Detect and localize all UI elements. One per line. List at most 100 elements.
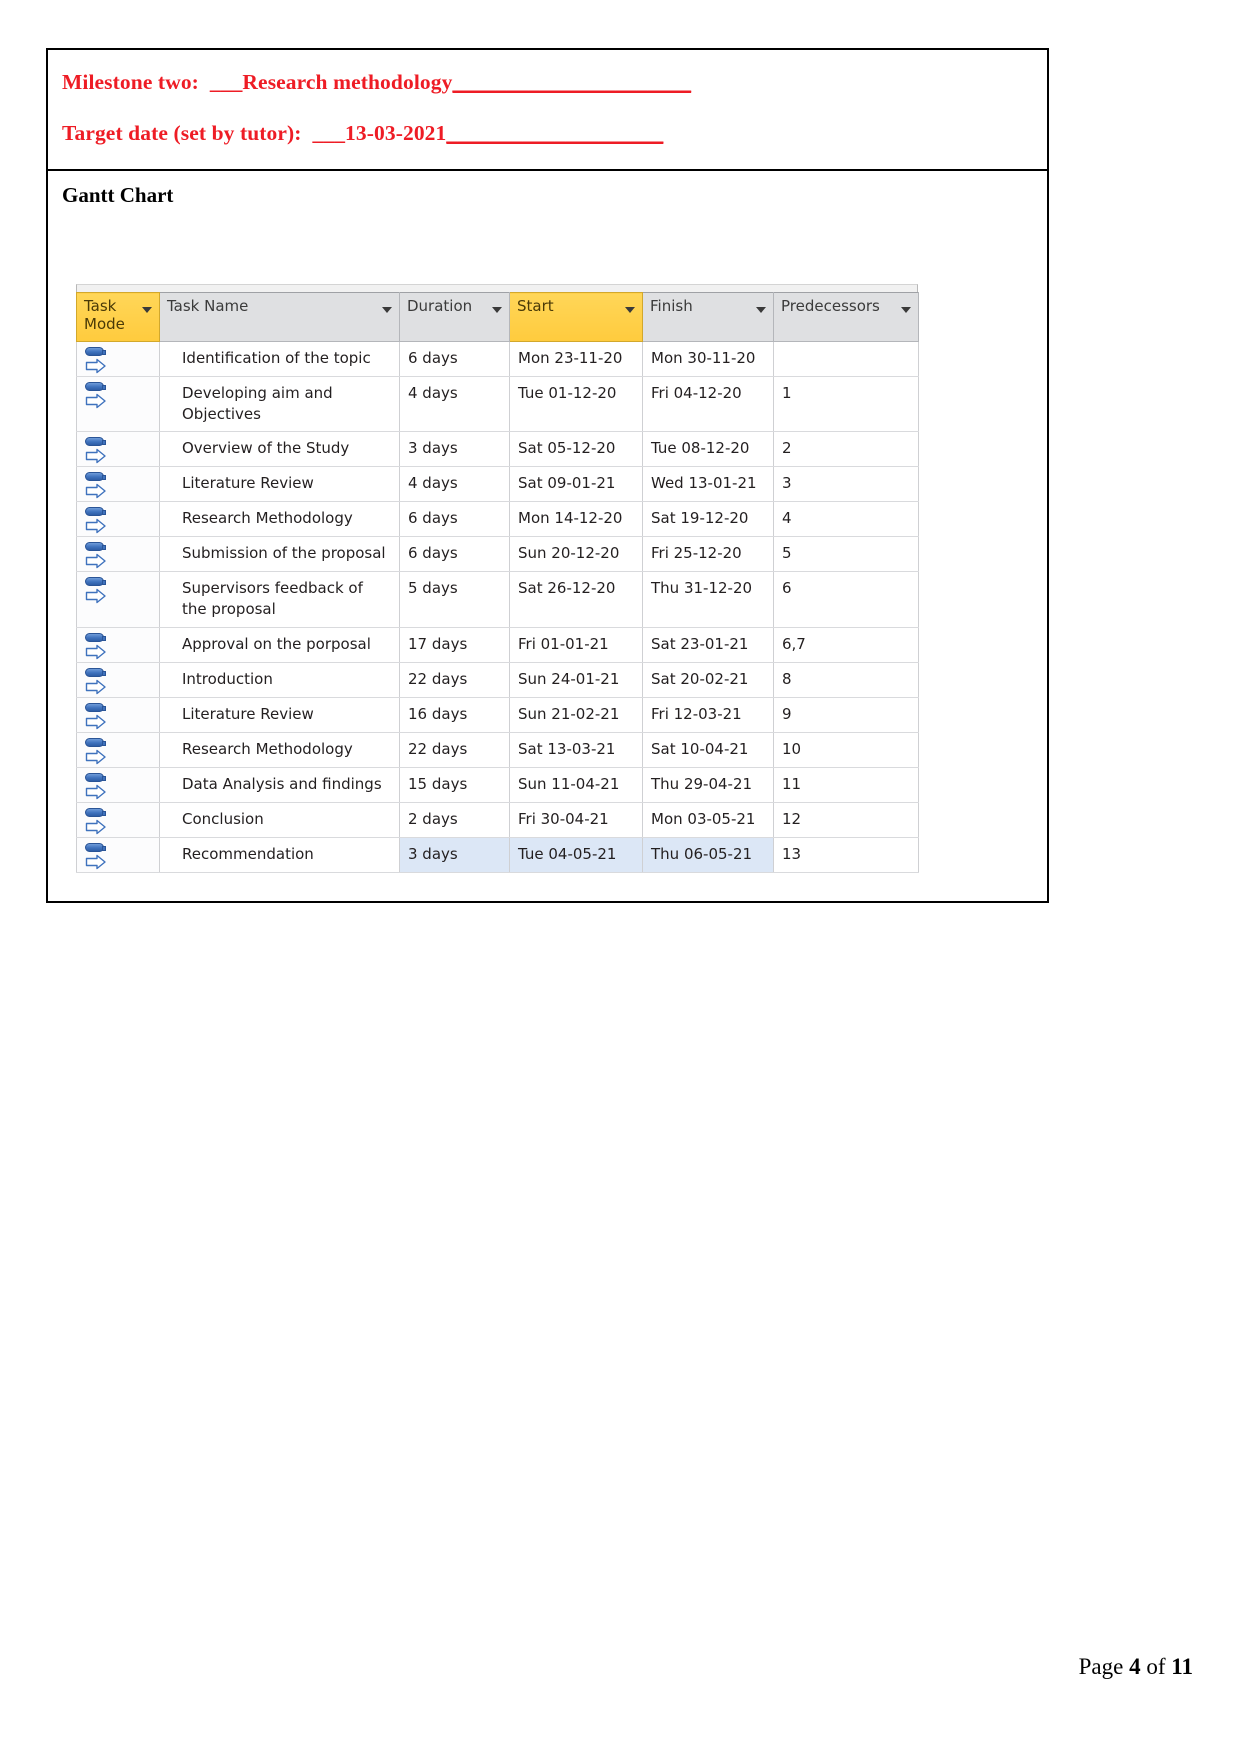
table-row[interactable]: Conclusion 2 days Fri 30-04-21 Mon 03-05-21… [76,801,919,838]
cell-start[interactable]: Sat 09-01-21 [509,466,643,503]
column-header-duration[interactable]: Duration [399,292,510,342]
cell-duration[interactable]: 3 days [399,431,510,468]
column-header-task-name[interactable]: Task Name [159,292,400,342]
cell-task-name[interactable]: Recommendation [159,836,400,873]
cell-start[interactable]: Tue 04-05-21 [509,836,643,873]
cell-start[interactable]: Sat 13-03-21 [509,731,643,768]
cell-predecessors[interactable]: 10 [773,731,919,768]
cell-predecessors[interactable] [773,340,919,377]
cell-finish[interactable]: Wed 13-01-21 [642,466,774,503]
cell-task-name[interactable]: Developing aim and Objectives [159,375,400,433]
cell-task-mode[interactable] [76,501,160,538]
cell-task-mode[interactable] [76,696,160,733]
cell-task-name[interactable]: Submission of the proposal [159,536,400,573]
cell-duration[interactable]: 15 days [399,766,510,803]
filter-dropdown-icon[interactable] [382,307,392,314]
cell-task-mode[interactable] [76,626,160,663]
column-header-predecessors[interactable]: Predecessors [773,292,919,342]
cell-duration[interactable]: 2 days [399,801,510,838]
cell-duration[interactable]: 5 days [399,571,510,628]
cell-task-name[interactable]: Literature Review [159,696,400,733]
cell-predecessors[interactable]: 3 [773,466,919,503]
cell-task-mode[interactable] [76,340,160,377]
cell-finish[interactable]: Sat 20-02-21 [642,661,774,698]
table-row[interactable]: Developing aim and Objectives 4 days Tue 0… [76,375,919,433]
cell-finish[interactable]: Tue 08-12-20 [642,431,774,468]
cell-start[interactable]: Fri 30-04-21 [509,801,643,838]
cell-duration[interactable]: 6 days [399,501,510,538]
cell-predecessors[interactable]: 11 [773,766,919,803]
cell-finish[interactable]: Fri 12-03-21 [642,696,774,733]
column-header-finish[interactable]: Finish [642,292,774,342]
table-row[interactable]: Identification of the topic 6 days Mon 23-… [76,340,919,377]
cell-task-mode[interactable] [76,766,160,803]
cell-finish[interactable]: Thu 31-12-20 [642,571,774,628]
column-header-start[interactable]: Start [509,292,643,342]
cell-task-mode[interactable] [76,571,160,628]
table-row[interactable]: Research Methodology 6 days Mon 14-12-20 Sa… [76,501,919,538]
cell-task-mode[interactable] [76,731,160,768]
cell-task-mode[interactable] [76,801,160,838]
cell-start[interactable]: Sat 26-12-20 [509,571,643,628]
table-row[interactable]: Introduction 22 days Sun 24-01-21 Sat 20-02… [76,661,919,698]
cell-predecessors[interactable]: 2 [773,431,919,468]
cell-predecessors[interactable]: 5 [773,536,919,573]
cell-task-name[interactable]: Introduction [159,661,400,698]
cell-start[interactable]: Tue 01-12-20 [509,375,643,433]
cell-predecessors[interactable]: 8 [773,661,919,698]
cell-duration[interactable]: 6 days [399,340,510,377]
cell-task-name[interactable]: Literature Review [159,466,400,503]
cell-start[interactable]: Sun 11-04-21 [509,766,643,803]
cell-start[interactable]: Sun 24-01-21 [509,661,643,698]
filter-dropdown-icon[interactable] [142,307,152,314]
cell-task-mode[interactable] [76,375,160,433]
cell-start[interactable]: Fri 01-01-21 [509,626,643,663]
cell-duration[interactable]: 16 days [399,696,510,733]
table-row[interactable]: Overview of the Study 3 days Sat 05-12-20 T… [76,431,919,468]
cell-task-name[interactable]: Conclusion [159,801,400,838]
cell-predecessors[interactable]: 13 [773,836,919,873]
cell-predecessors[interactable]: 12 [773,801,919,838]
table-row[interactable]: Literature Review 16 days Sun 21-02-21 Fri … [76,696,919,733]
cell-finish[interactable]: Fri 25-12-20 [642,536,774,573]
table-row[interactable]: Recommendation 3 days Tue 04-05-21 Thu 06-0… [76,836,919,873]
cell-task-mode[interactable] [76,836,160,873]
cell-finish[interactable]: Fri 04-12-20 [642,375,774,433]
filter-dropdown-icon[interactable] [901,307,911,314]
table-row[interactable]: Literature Review 4 days Sat 09-01-21 Wed 1… [76,466,919,503]
cell-predecessors[interactable]: 6,7 [773,626,919,663]
cell-task-name[interactable]: Approval on the porposal [159,626,400,663]
table-row[interactable]: Research Methodology 22 days Sat 13-03-21 S… [76,731,919,768]
cell-task-mode[interactable] [76,536,160,573]
cell-task-name[interactable]: Research Methodology [159,731,400,768]
cell-predecessors[interactable]: 4 [773,501,919,538]
cell-start[interactable]: Sat 05-12-20 [509,431,643,468]
table-row[interactable]: Data Analysis and findings 15 days Sun 11-… [76,766,919,803]
table-row[interactable]: Approval on the porposal 17 days Fri 01-01… [76,626,919,663]
filter-dropdown-icon[interactable] [625,307,635,314]
cell-predecessors[interactable]: 1 [773,375,919,433]
cell-task-mode[interactable] [76,431,160,468]
cell-task-name[interactable]: Research Methodology [159,501,400,538]
cell-finish[interactable]: Thu 29-04-21 [642,766,774,803]
cell-task-mode[interactable] [76,466,160,503]
cell-task-name[interactable]: Overview of the Study [159,431,400,468]
cell-finish[interactable]: Sat 19-12-20 [642,501,774,538]
cell-start[interactable]: Sun 21-02-21 [509,696,643,733]
cell-start[interactable]: Mon 14-12-20 [509,501,643,538]
cell-duration[interactable]: 22 days [399,731,510,768]
cell-duration[interactable]: 4 days [399,375,510,433]
cell-finish[interactable]: Mon 03-05-21 [642,801,774,838]
filter-dropdown-icon[interactable] [492,307,502,314]
cell-start[interactable]: Sun 20-12-20 [509,536,643,573]
cell-finish[interactable]: Thu 06-05-21 [642,836,774,873]
cell-finish[interactable]: Mon 30-11-20 [642,340,774,377]
cell-task-name[interactable]: Data Analysis and findings [159,766,400,803]
cell-predecessors[interactable]: 6 [773,571,919,628]
table-row[interactable]: Supervisors feedback of the proposal 5 da… [76,571,919,628]
cell-task-name[interactable]: Supervisors feedback of the proposal [159,571,400,628]
cell-finish[interactable]: Sat 23-01-21 [642,626,774,663]
cell-duration[interactable]: 6 days [399,536,510,573]
cell-task-name[interactable]: Identification of the topic [159,340,400,377]
filter-dropdown-icon[interactable] [756,307,766,314]
